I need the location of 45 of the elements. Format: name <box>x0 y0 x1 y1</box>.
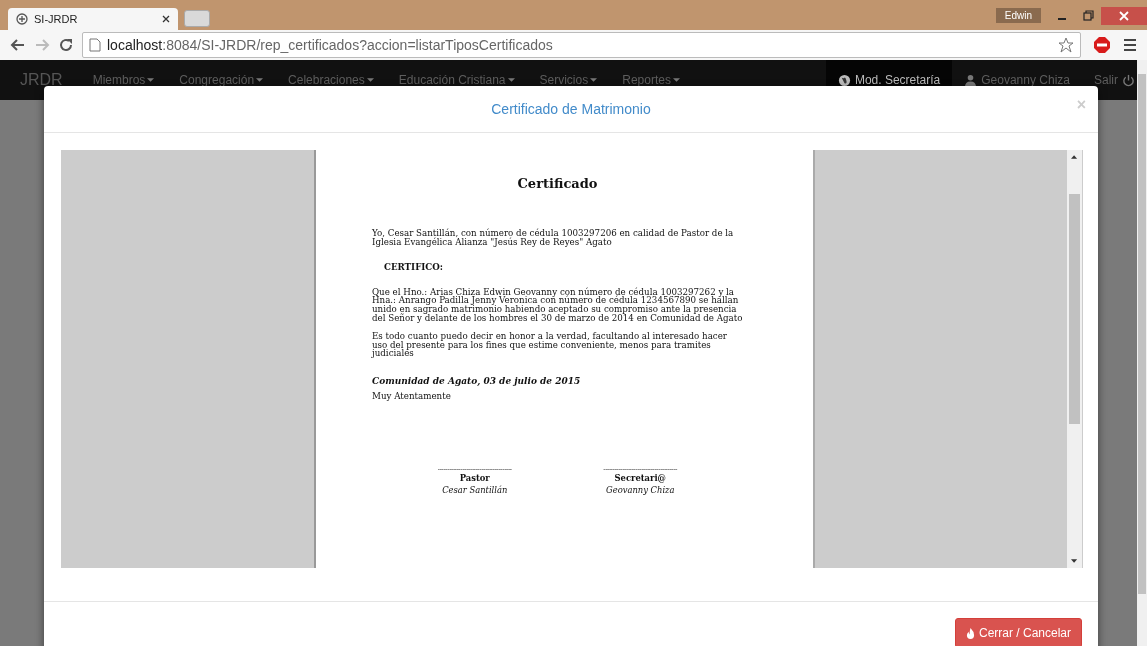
signature-role: Pastor <box>459 472 490 485</box>
power-icon <box>1122 73 1135 87</box>
caret-icon <box>590 78 598 82</box>
stop-sign-icon[interactable] <box>1093 36 1111 54</box>
caret-icon <box>672 78 680 82</box>
nav-menu-item[interactable]: Servicios <box>539 73 598 87</box>
profile-name[interactable]: Edwin <box>995 8 1041 23</box>
brand-logo[interactable]: JRDR <box>20 71 63 89</box>
paragraph: Que el Hno.: Arias Chiza Edwin Geovanny con número de cédula 1003297262 y la Hna.: Anrango Padilla Jenny Veronica con número de cédula 1234567890 se hallan unido en sagrado matrimonio habiendo aceptado su compromiso ante la presencia del Señor y delante de los hombres el 30 de marzo de 2014 en Comunidad de Agato <box>372 287 743 323</box>
signature-name: Geovanny Chiza <box>606 484 675 497</box>
fire-icon <box>965 627 975 639</box>
nav-menu-item[interactable]: Reportes <box>622 73 680 87</box>
scrollbar[interactable] <box>1067 150 1082 568</box>
scroll-down-icon[interactable] <box>1071 558 1078 564</box>
menu-icon[interactable] <box>1123 38 1137 52</box>
favicon-icon <box>16 13 28 25</box>
closing: Muy Atentamente <box>372 391 452 401</box>
page-icon <box>89 38 101 52</box>
paragraph: Es todo cuanto puedo decir en honor a la verdad, facultando al interesado hacer uso del presente para los fines que estime conveniente, menos para tramites judiciales <box>372 332 728 358</box>
close-icon[interactable] <box>162 15 170 23</box>
paragraph: Yo, Cesar Santillán, con número de cédula 1003297206 en calidad de Pastor de la Iglesia Evangélica Alianza "Jesús Rey de Reyes" Agato <box>372 229 735 247</box>
nav-menu-item[interactable]: Educación Cristiana <box>398 73 515 87</box>
caret-icon <box>366 78 374 82</box>
caret-icon <box>256 78 264 82</box>
scrollbar[interactable] <box>1137 60 1147 646</box>
star-icon[interactable] <box>1058 37 1074 53</box>
place-date: Comunidad de Agato, 03 de julio de 2015 <box>372 376 582 386</box>
signature-name: Cesar Santillán <box>442 484 508 497</box>
scroll-up-icon[interactable] <box>1071 154 1078 160</box>
close-cancel-button[interactable]: Cerrar / Cancelar <box>954 618 1082 646</box>
document-heading: Certificado <box>516 176 599 191</box>
section-label: CERTIFICO: <box>383 263 445 272</box>
address-bar[interactable]: localhost:8084/SI-JRDR/rep_certificados?accion=listarTiposCertificados <box>82 32 1081 58</box>
signature-role: Secretari@ <box>614 472 666 485</box>
reload-icon[interactable] <box>58 37 74 53</box>
nav-menu-item[interactable]: Celebraciones <box>288 73 374 87</box>
caret-icon <box>147 78 155 82</box>
back-icon[interactable] <box>10 37 26 53</box>
browser-tab[interactable]: SI-JRDR <box>8 8 178 30</box>
nav-menu-item[interactable]: Miembros <box>92 73 155 87</box>
modal-title: Certificado de Matrimonio <box>491 101 651 117</box>
user-icon <box>964 73 978 87</box>
globe-icon <box>837 73 851 87</box>
nav-menu-item[interactable]: Congregación <box>179 73 264 87</box>
caret-icon <box>507 78 515 82</box>
